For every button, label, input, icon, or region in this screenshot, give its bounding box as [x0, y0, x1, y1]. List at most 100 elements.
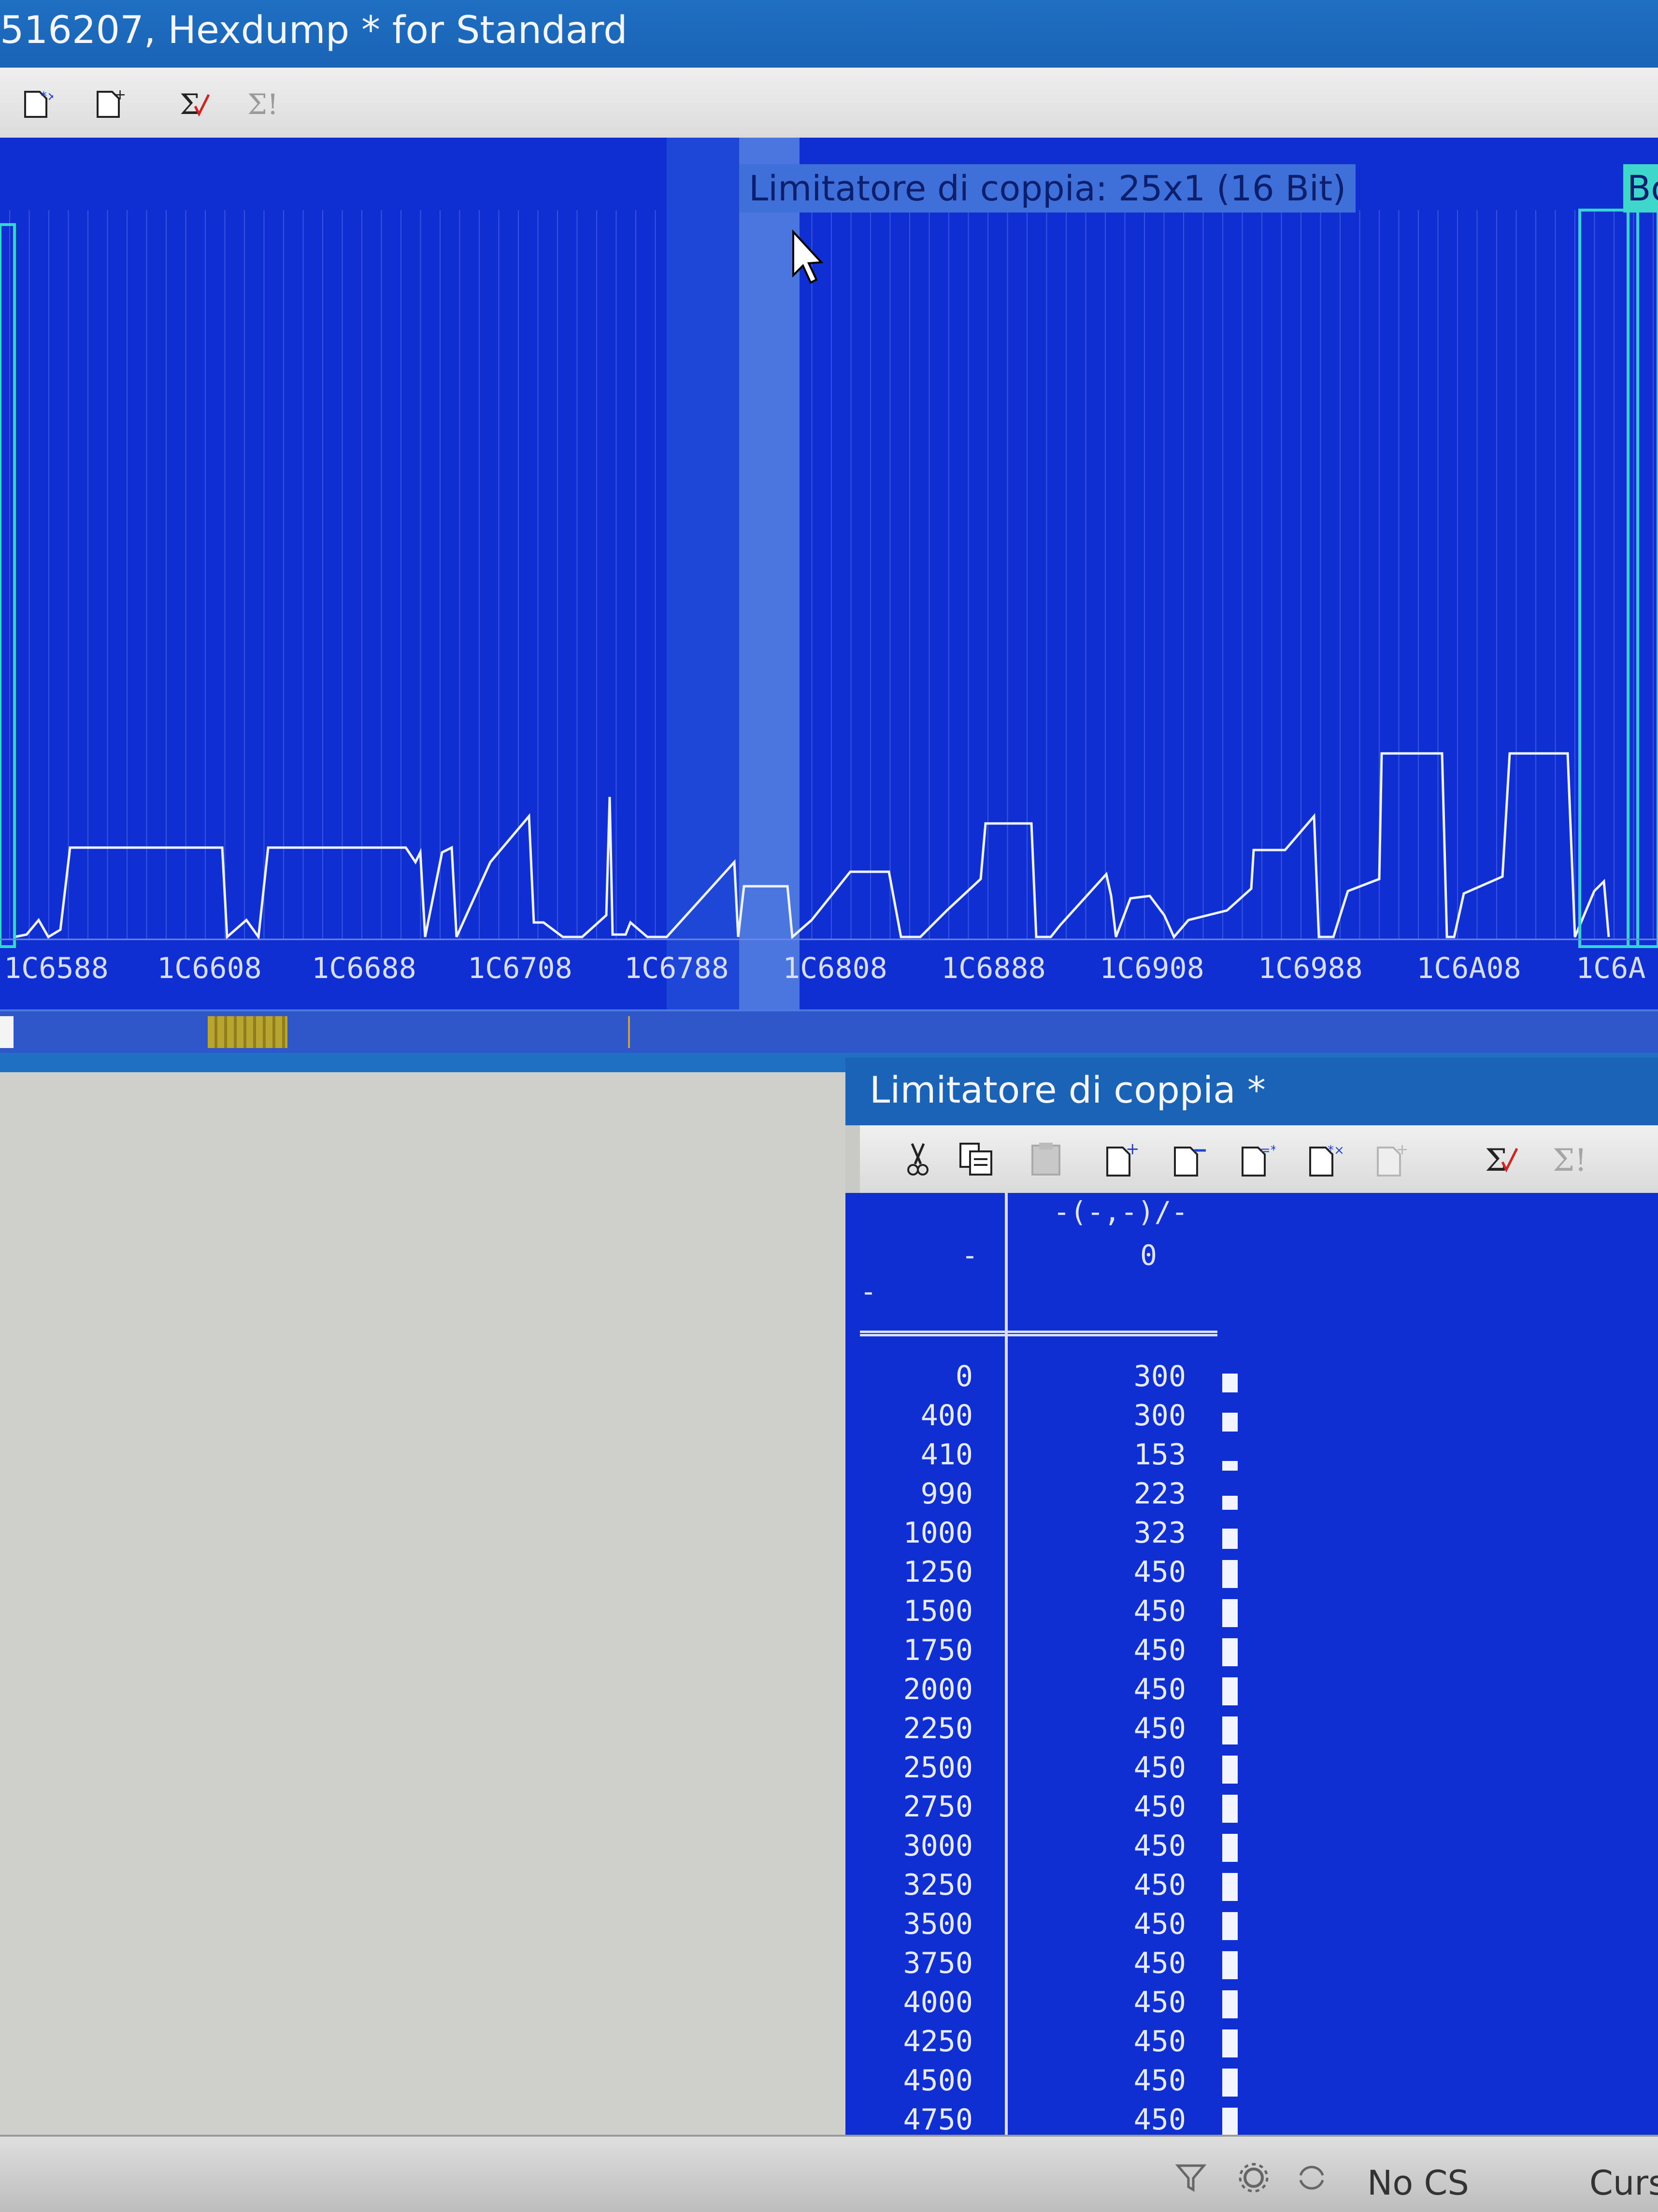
- cell-value[interactable]: 300: [1134, 1399, 1186, 1432]
- cell-value[interactable]: 450: [1134, 2064, 1186, 2098]
- filter-icon[interactable]: [1174, 2161, 1208, 2195]
- table-row[interactable]: 4500 450: [845, 2064, 1242, 2103]
- row-key: 3000: [903, 1829, 973, 1863]
- selection-band: [739, 138, 800, 1009]
- gear-icon[interactable]: [1237, 2161, 1271, 2195]
- address-label: 1C6588: [4, 951, 109, 985]
- value-bar: [1222, 1496, 1238, 1510]
- cell-value[interactable]: 450: [1134, 1985, 1186, 2019]
- table-row[interactable]: 1750 450: [845, 1633, 1242, 1673]
- cell-value[interactable]: 323: [1134, 1516, 1186, 1550]
- value-bar: [1222, 1912, 1238, 1940]
- table-row[interactable]: 3750 450: [845, 1946, 1242, 1985]
- left-map-marker[interactable]: [0, 223, 16, 948]
- row-key: 4500: [903, 2064, 973, 2098]
- table-row[interactable]: 0 300: [845, 1360, 1242, 1399]
- cell-value[interactable]: 223: [1134, 1477, 1186, 1511]
- doc-minus-icon[interactable]: [1169, 1140, 1208, 1178]
- row-key: 1750: [903, 1633, 973, 1667]
- row-key: 400: [920, 1399, 973, 1432]
- doc-plus-icon[interactable]: +: [92, 87, 126, 121]
- table-row[interactable]: 1250 450: [845, 1555, 1242, 1594]
- svg-text:+: +: [1126, 1140, 1140, 1159]
- cell-value[interactable]: 450: [1134, 1829, 1186, 1863]
- cell-value[interactable]: 450: [1134, 1633, 1186, 1667]
- sigma-bang-icon[interactable]: Σ!: [246, 87, 280, 121]
- address-label: 1C6688: [312, 951, 416, 985]
- row-key: 4000: [903, 1985, 973, 2019]
- main-toolbar: *× + Σ Σ!: [0, 68, 1658, 140]
- cursor-status: Curs: [1589, 2163, 1658, 2203]
- row-key: 2750: [903, 1790, 973, 1824]
- svg-text:+: +: [114, 87, 126, 103]
- map-table[interactable]: -(-,-)/- 0 - - 0 300 400 300 410 153 990 223 100…: [845, 1193, 1658, 2140]
- window-title: 516207, Hexdump * for Standard: [0, 9, 628, 52]
- graph-canvas[interactable]: [0, 138, 1658, 1009]
- sync-icon[interactable]: [1295, 2161, 1329, 2195]
- table-row[interactable]: 3000 450: [845, 1829, 1242, 1868]
- table-row[interactable]: 4250 450: [845, 2025, 1242, 2064]
- cell-value[interactable]: 450: [1134, 1907, 1186, 1941]
- table-row[interactable]: 410 153: [845, 1438, 1242, 1477]
- highlight-band: [667, 138, 739, 1009]
- cell-value[interactable]: 450: [1134, 2025, 1186, 2058]
- value-bar: [1222, 1461, 1238, 1471]
- table-row[interactable]: 2750 450: [845, 1790, 1242, 1829]
- row-key: 2500: [903, 1751, 973, 1785]
- row-key: 1500: [903, 1594, 973, 1628]
- cell-value[interactable]: 450: [1134, 1555, 1186, 1589]
- address-label: 1C6888: [941, 951, 1046, 985]
- cell-value[interactable]: 450: [1134, 2103, 1186, 2137]
- table-row[interactable]: 400 300: [845, 1399, 1242, 1438]
- sigma-check-icon[interactable]: Σ: [179, 87, 213, 121]
- svg-text:*×: *×: [1328, 1143, 1343, 1158]
- table-row[interactable]: 3500 450: [845, 1907, 1242, 1946]
- map-marker-strip: [208, 1016, 287, 1048]
- cell-value[interactable]: 450: [1134, 1594, 1186, 1628]
- value-bar: [1222, 1374, 1238, 1392]
- copy-icon[interactable]: [957, 1140, 995, 1178]
- cell-value[interactable]: 450: [1134, 1868, 1186, 1902]
- cell-value[interactable]: 450: [1134, 1946, 1186, 1980]
- doc-star-icon[interactable]: *×: [1304, 1140, 1343, 1178]
- map-tooltip: Limitatore di coppia: 25x1 (16 Bit): [739, 164, 1356, 213]
- svg-text:+: +: [1396, 1141, 1408, 1158]
- address-label: 1C6808: [783, 951, 887, 985]
- scroll-thumb[interactable]: [0, 1016, 14, 1048]
- doc-plus-icon[interactable]: +: [1101, 1140, 1140, 1178]
- table-row[interactable]: 4000 450: [845, 1985, 1242, 2025]
- checksum-status: No CS: [1367, 2163, 1469, 2203]
- value-bar: [1222, 1834, 1238, 1862]
- doc-star-icon[interactable]: *×: [19, 87, 53, 121]
- address-label: 1C6788: [624, 951, 729, 985]
- table-row[interactable]: 2500 450: [845, 1751, 1242, 1790]
- table-row[interactable]: 2000 450: [845, 1673, 1242, 1712]
- paste-icon[interactable]: [1027, 1140, 1065, 1178]
- value-bar: [1222, 1413, 1238, 1432]
- table-row[interactable]: 1500 450: [845, 1594, 1242, 1633]
- sigma-check-icon[interactable]: Σ: [1483, 1140, 1522, 1178]
- cell-value[interactable]: 300: [1134, 1360, 1186, 1393]
- table-row[interactable]: 2250 450: [845, 1712, 1242, 1751]
- svg-text:*×: *×: [41, 89, 53, 104]
- cell-value[interactable]: 450: [1134, 1673, 1186, 1706]
- map-window-titlebar[interactable]: Limitatore di coppia *: [845, 1058, 1658, 1125]
- sigma-bang-icon[interactable]: Σ!: [1551, 1140, 1589, 1178]
- doc-arrow-icon[interactable]: +: [1372, 1140, 1411, 1178]
- doc-equal-icon[interactable]: =*: [1237, 1140, 1275, 1178]
- row-key: 3500: [903, 1907, 973, 1941]
- cell-value[interactable]: 450: [1134, 1790, 1186, 1824]
- cell-value[interactable]: 153: [1134, 1438, 1186, 1472]
- value-bar: [1222, 1560, 1238, 1588]
- cell-value[interactable]: 450: [1134, 1751, 1186, 1785]
- cell-value[interactable]: 450: [1134, 1712, 1186, 1745]
- overview-scrollbar[interactable]: [0, 1009, 1658, 1055]
- table-row[interactable]: 3250 450: [845, 1868, 1242, 1907]
- map-window-title: Limitatore di coppia *: [870, 1068, 1266, 1111]
- row-header-label: -: [961, 1239, 978, 1272]
- table-row[interactable]: 1000 323: [845, 1516, 1242, 1555]
- cut-icon[interactable]: [899, 1140, 937, 1178]
- hexdump-graph[interactable]: Limitatore di coppia: 25x1 (16 Bit) Bo 1…: [0, 138, 1658, 1009]
- table-row[interactable]: 990 223: [845, 1477, 1242, 1516]
- row-key: 4250: [903, 2025, 973, 2058]
